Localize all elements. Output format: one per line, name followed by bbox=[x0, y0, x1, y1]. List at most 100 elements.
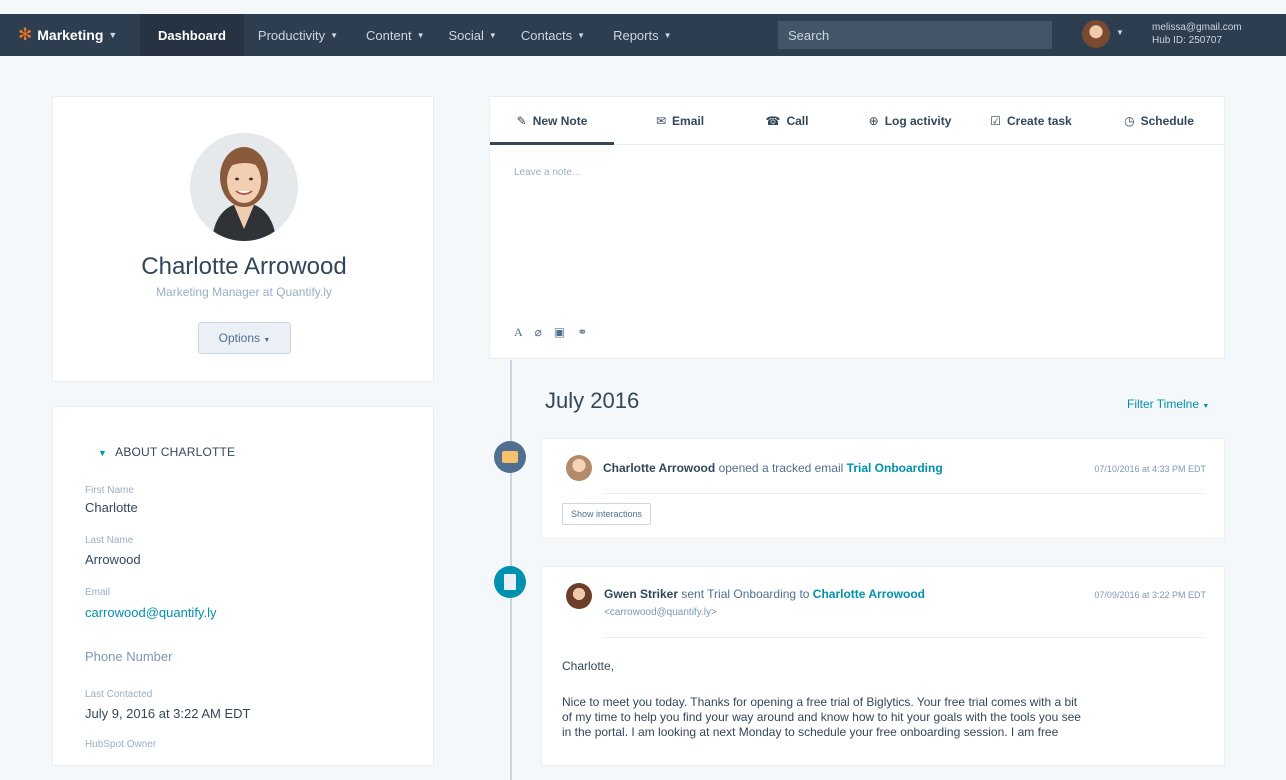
email-opened-event-icon bbox=[494, 441, 526, 473]
nav-content-label: Content bbox=[366, 27, 412, 43]
tab-new-note-label: New Note bbox=[532, 114, 588, 128]
activity-tabs: ✎ New Note ✉ Email ☎ Call ⊕ Log activity ☑ Cr… bbox=[490, 97, 1226, 145]
event-email-link[interactable]: Trial Onboarding bbox=[847, 461, 943, 475]
link-icon[interactable]: ⚭ bbox=[577, 325, 587, 340]
event-action: sent Trial Onboarding to bbox=[681, 587, 810, 601]
field-label-first-name: First Name bbox=[85, 485, 134, 496]
brand-label: Marketing bbox=[37, 27, 104, 43]
envelope-icon: ✉ bbox=[655, 114, 667, 128]
tab-new-note[interactable]: ✎ New Note bbox=[490, 97, 614, 145]
field-label-hubspot-owner: HubSpot Owner bbox=[85, 739, 157, 750]
contact-avatar bbox=[190, 133, 298, 241]
field-value-last-name[interactable]: Arrowood bbox=[85, 552, 141, 567]
options-label: Options bbox=[218, 331, 261, 345]
tab-schedule[interactable]: ◷ Schedule bbox=[1114, 97, 1204, 145]
tab-log-activity-label: Log activity bbox=[884, 114, 952, 128]
brand-menu[interactable]: ✻ Marketing ▼ bbox=[0, 25, 140, 45]
nav-social-label: Social bbox=[448, 27, 484, 43]
email-sent-event-icon bbox=[494, 566, 526, 598]
event-timestamp: 07/09/2016 at 3:22 PM EDT bbox=[1094, 590, 1206, 600]
tab-schedule-label: Schedule bbox=[1140, 114, 1194, 128]
field-value-first-name[interactable]: Charlotte bbox=[85, 500, 138, 515]
options-button[interactable]: Options ▼ bbox=[198, 322, 291, 354]
event-action: opened a tracked email bbox=[718, 461, 844, 475]
chevron-down-icon[interactable]: ▼ bbox=[1116, 28, 1124, 37]
nav-contacts[interactable]: Contacts ▼ bbox=[507, 14, 599, 56]
format-toolbar: A ⌀ ▣ ⚭ bbox=[514, 325, 587, 340]
email-body-line-2: of my time to help you find your way aro… bbox=[562, 710, 1081, 724]
nav-reports[interactable]: Reports ▼ bbox=[599, 14, 685, 56]
contact-photo-illustration bbox=[190, 133, 298, 241]
event-actor-name[interactable]: Gwen Striker bbox=[604, 587, 678, 601]
chevron-down-icon: ▼ bbox=[577, 30, 586, 40]
search-input[interactable] bbox=[778, 21, 1052, 49]
nav-dashboard[interactable]: Dashboard bbox=[140, 14, 244, 56]
filter-timeline-link[interactable]: Filter Timelne ▼ bbox=[1127, 397, 1209, 411]
chevron-down-icon: ▼ bbox=[330, 30, 339, 40]
activity-composer: ✎ New Note ✉ Email ☎ Call ⊕ Log activity ☑ Cr… bbox=[489, 96, 1226, 359]
divider bbox=[604, 493, 1204, 494]
tab-call[interactable]: ☎ Call bbox=[752, 97, 822, 145]
document-icon bbox=[504, 574, 516, 590]
user-account-info[interactable]: melissa@gmail.com Hub ID: 250707 bbox=[1152, 21, 1242, 47]
chevron-down-icon: ▼ bbox=[1202, 403, 1210, 410]
event-actor-avatar bbox=[566, 583, 592, 609]
pencil-icon: ✎ bbox=[516, 114, 527, 128]
hubspot-logo-icon: ✻ bbox=[18, 25, 33, 44]
field-label-last-name: Last Name bbox=[85, 535, 134, 546]
event-actor-avatar bbox=[566, 455, 592, 481]
field-value-last-contacted: July 9, 2016 at 3:22 AM EDT bbox=[85, 706, 251, 721]
image-icon[interactable]: ▣ bbox=[554, 325, 565, 340]
tab-log-activity[interactable]: ⊕ Log activity bbox=[860, 97, 960, 145]
tab-create-task[interactable]: ☑ Create task bbox=[986, 97, 1076, 145]
caret-down-icon: ▼ bbox=[98, 448, 108, 458]
field-label-last-contacted: Last Contacted bbox=[85, 689, 153, 700]
divider bbox=[604, 637, 1204, 638]
filter-timeline-label: Filter Timelne bbox=[1127, 397, 1200, 411]
event-timestamp: 07/10/2016 at 4:33 PM EDT bbox=[1094, 464, 1206, 474]
email-body-line-1: Nice to meet you today. Thanks for openi… bbox=[562, 695, 1078, 709]
nav-social[interactable]: Social ▼ bbox=[439, 14, 507, 56]
event-actor-name[interactable]: Charlotte Arrowood bbox=[603, 461, 715, 475]
chevron-down-icon: ▼ bbox=[263, 337, 271, 344]
field-label-email: Email bbox=[85, 587, 111, 598]
chevron-down-icon: ▼ bbox=[663, 30, 672, 40]
about-section-toggle[interactable]: ▼ ABOUT CHARLOTTE bbox=[98, 445, 235, 459]
tab-create-task-label: Create task bbox=[1007, 114, 1072, 128]
checkbox-icon: ☑ bbox=[990, 114, 1002, 128]
phone-icon: ☎ bbox=[765, 114, 781, 128]
chevron-down-icon: ▼ bbox=[108, 30, 118, 40]
chevron-down-icon: ▼ bbox=[416, 30, 425, 40]
about-header-label: ABOUT CHARLOTTE bbox=[115, 445, 236, 459]
chevron-down-icon: ▼ bbox=[488, 30, 497, 40]
timeline-event-email-opened: Charlotte Arrowood opened a tracked emai… bbox=[541, 438, 1225, 539]
show-interactions-button[interactable]: Show interactions bbox=[562, 503, 652, 525]
event-recipient-email: <carrowood@quantify.ly> bbox=[604, 607, 717, 618]
user-email: melissa@gmail.com bbox=[1152, 22, 1242, 33]
field-value-email[interactable]: carrowood@quantify.ly bbox=[85, 605, 216, 620]
contact-profile-card: Charlotte Arrowood Marketing Manager at … bbox=[52, 96, 434, 382]
contact-job-title: Marketing Manager at Quantify.ly bbox=[156, 285, 332, 299]
nav-productivity[interactable]: Productivity ▼ bbox=[244, 14, 352, 56]
nav-productivity-label: Productivity bbox=[257, 27, 326, 43]
attachment-icon[interactable]: ⌀ bbox=[535, 325, 542, 340]
tab-email[interactable]: ✉ Email bbox=[640, 97, 720, 145]
nav-content[interactable]: Content ▼ bbox=[352, 14, 438, 56]
hub-id: Hub ID: 250707 bbox=[1152, 35, 1223, 46]
field-phone-number[interactable]: Phone Number bbox=[85, 649, 172, 664]
nav-reports-label: Reports bbox=[613, 27, 659, 43]
timeline-month-heading: July 2016 bbox=[545, 388, 640, 413]
nav-contacts-label: Contacts bbox=[520, 27, 573, 43]
text-format-icon[interactable]: A bbox=[514, 325, 523, 340]
about-contact-card: ▼ ABOUT CHARLOTTE First Name Charlotte La… bbox=[52, 406, 434, 766]
timeline-event-email-sent: Gwen Striker sent Trial Onboarding to Ch… bbox=[541, 566, 1225, 766]
nav-dashboard-label: Dashboard bbox=[158, 27, 226, 43]
note-textarea[interactable] bbox=[514, 167, 1204, 317]
clock-icon: ◷ bbox=[1124, 114, 1135, 128]
event-recipient-link[interactable]: Charlotte Arrowood bbox=[813, 587, 925, 601]
user-avatar[interactable] bbox=[1082, 20, 1110, 48]
plus-circle-icon: ⊕ bbox=[868, 114, 879, 128]
event-summary: Charlotte Arrowood opened a tracked emai… bbox=[603, 461, 943, 475]
tab-call-label: Call bbox=[786, 114, 809, 128]
email-greeting: Charlotte, bbox=[562, 659, 615, 673]
